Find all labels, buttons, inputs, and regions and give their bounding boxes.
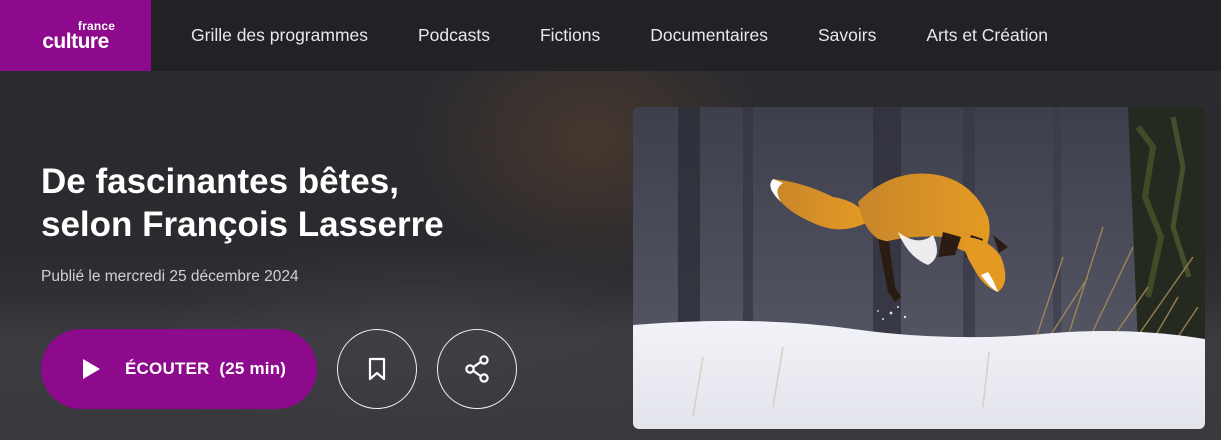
share-icon [465, 355, 489, 383]
title-line-2: selon François Lasserre [41, 205, 444, 244]
france-culture-logo[interactable]: france culture [0, 0, 151, 71]
title-line-1: De fascinantes bêtes, [41, 162, 399, 201]
episode-cover-image [633, 107, 1205, 429]
listen-text: ÉCOUTER [125, 359, 210, 378]
top-navigation-bar: france culture Grille des programmes Pod… [0, 0, 1221, 71]
fox-in-snow-illustration [633, 107, 1205, 429]
main-nav: Grille des programmes Podcasts Fictions … [191, 0, 1098, 71]
listen-label: ÉCOUTER (25 min) [125, 359, 286, 379]
nav-item-savoirs[interactable]: Savoirs [818, 25, 876, 46]
bookmark-icon [368, 357, 386, 381]
listen-button[interactable]: ÉCOUTER (25 min) [41, 329, 317, 409]
page-title: De fascinantes bêtes, selon François Las… [41, 160, 601, 246]
nav-item-arts-et-creation[interactable]: Arts et Création [926, 25, 1048, 46]
nav-item-podcasts[interactable]: Podcasts [418, 25, 490, 46]
bookmark-button[interactable] [337, 329, 417, 409]
nav-item-documentaires[interactable]: Documentaires [650, 25, 768, 46]
publication-date: Publié le mercredi 25 décembre 2024 [41, 268, 299, 285]
listen-duration: (25 min) [219, 359, 287, 378]
nav-item-fictions[interactable]: Fictions [540, 25, 600, 46]
nav-item-grille[interactable]: Grille des programmes [191, 25, 368, 46]
play-icon [83, 359, 100, 379]
share-button[interactable] [437, 329, 517, 409]
